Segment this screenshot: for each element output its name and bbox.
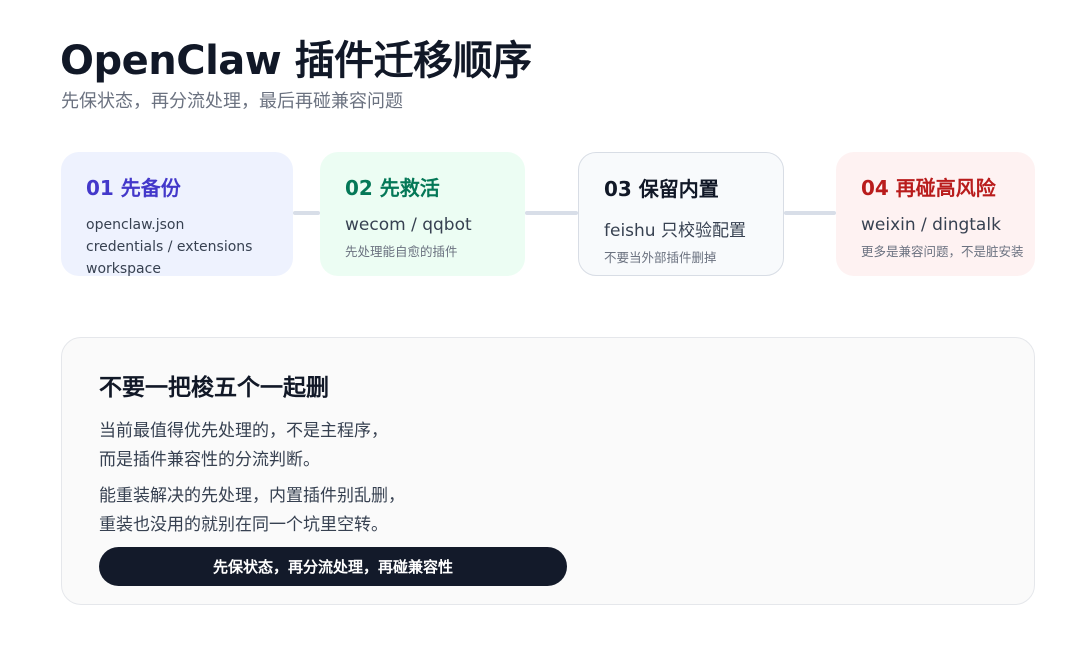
step-main-text: feishu 只校验配置 xyxy=(604,221,746,241)
step-detail-line: credentials / extensions xyxy=(86,239,253,255)
step-title: 03 保留内置 xyxy=(604,177,719,201)
step-main-text: wecom / qqbot xyxy=(345,215,472,235)
step-sub-text: 不要当外部插件删掉 xyxy=(604,250,717,265)
paragraph-line: 重装也没用的就别在同一个坑里空转。 xyxy=(99,515,388,535)
card-paragraph: 能重装解决的先处理，内置插件别乱删， 重装也没用的就别在同一个坑里空转。 xyxy=(99,482,405,540)
connector-1-2 xyxy=(293,211,320,215)
step-detail-line: workspace xyxy=(86,261,161,277)
step-detail-line: openclaw.json xyxy=(86,217,185,233)
summary-pill: 先保状态，再分流处理，再碰兼容性 xyxy=(99,547,567,586)
step-sub-text: 更多是兼容问题，不是脏安装 xyxy=(861,244,1024,259)
step-card-keep-builtin: 03 保留内置 feishu 只校验配置 不要当外部插件删掉 xyxy=(578,152,784,276)
connector-3-4 xyxy=(784,211,836,215)
step-main-text: weixin / dingtalk xyxy=(861,215,1001,235)
card-title: 不要一把梭五个一起删 xyxy=(99,375,329,401)
page-title: OpenClaw 插件迁移顺序 xyxy=(60,38,532,84)
step-title: 04 再碰高风险 xyxy=(861,176,996,200)
step-card-backup: 01 先备份 openclaw.json credentials / exten… xyxy=(61,152,293,277)
step-card-high-risk: 04 再碰高风险 weixin / dingtalk 更多是兼容问题，不是脏安装 xyxy=(836,152,1035,276)
step-title: 01 先备份 xyxy=(86,176,181,200)
paragraph-line: 当前最值得优先处理的，不是主程序， xyxy=(99,421,388,441)
connector-2-3 xyxy=(525,211,578,215)
step-title: 02 先救活 xyxy=(345,176,440,200)
paragraph-line: 而是插件兼容性的分流判断。 xyxy=(99,450,320,470)
card-paragraph: 当前最值得优先处理的，不是主程序， 而是插件兼容性的分流判断。 xyxy=(99,417,388,475)
step-sub-text: 先处理能自愈的插件 xyxy=(345,244,458,259)
advice-card: 不要一把梭五个一起删 当前最值得优先处理的，不是主程序， 而是插件兼容性的分流判… xyxy=(61,337,1035,605)
paragraph-line: 能重装解决的先处理，内置插件别乱删， xyxy=(99,486,405,506)
page-subtitle: 先保状态，再分流处理，最后再碰兼容问题 xyxy=(61,91,403,112)
step-card-revive: 02 先救活 wecom / qqbot 先处理能自愈的插件 xyxy=(320,152,525,276)
